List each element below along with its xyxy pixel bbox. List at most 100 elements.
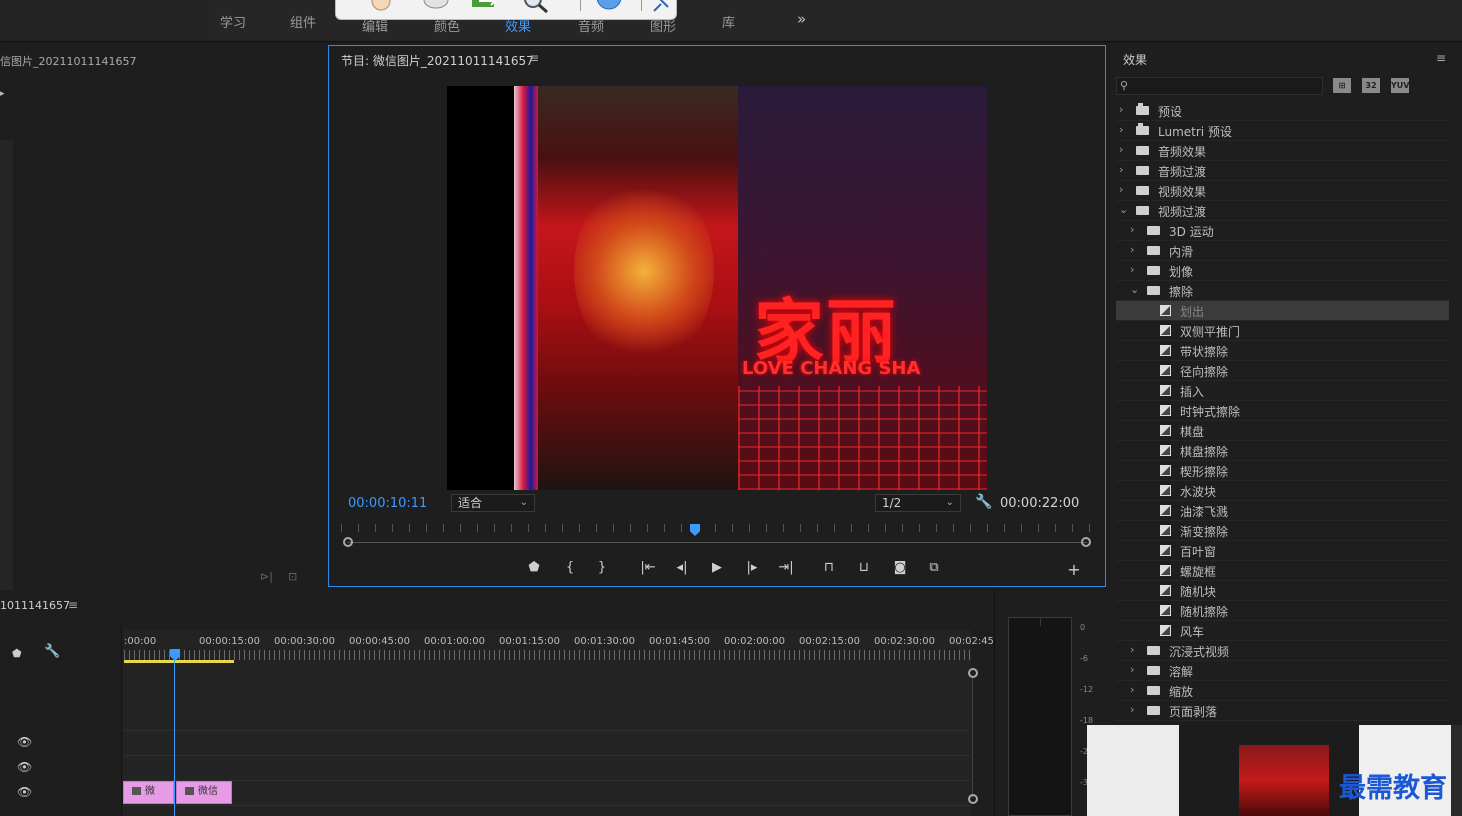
effects-tree-item[interactable]: ⌄ 视频过渡 [1116,201,1449,221]
lift-button[interactable]: ⊓ [818,560,840,575]
chevron-right-icon[interactable]: › [1130,243,1134,256]
effects-tree-item[interactable]: 楔形擦除 [1116,461,1449,481]
chevron-right-icon[interactable]: › [1130,703,1134,716]
effects-tree-item[interactable]: 带状擦除 [1116,341,1449,361]
timeline-clip[interactable]: 微信 [176,781,232,804]
effects-tree-item[interactable]: › 缩放 [1116,681,1449,701]
workspace-tab-assembly[interactable]: 组件 [290,12,316,31]
play-button[interactable]: ▶ [706,560,728,575]
chevron-right-icon[interactable]: › [1130,223,1134,236]
32bit-effects-button[interactable]: 32 [1362,78,1380,93]
step-back-button[interactable]: ◂| [671,560,693,575]
export-frame-icon[interactable]: ⊡ [288,570,297,583]
program-monitor-menu-icon[interactable]: ≡ [529,51,539,65]
timeline-vertical-scrollbar[interactable] [972,678,973,798]
effects-tree-item[interactable]: ⌄ 擦除 [1116,281,1449,301]
chevron-right-icon[interactable]: › [1119,123,1123,136]
hand-icon[interactable] [366,0,396,13]
scrubber-end-handle[interactable] [1081,537,1091,547]
effects-tree-item[interactable]: 径向擦除 [1116,361,1449,381]
effects-tree-item[interactable]: 随机块 [1116,581,1449,601]
wrench-icon[interactable]: 🔧 [975,494,992,510]
work-area-bar[interactable] [124,660,234,663]
resolution-select[interactable]: 1/2 ⌄ [875,494,961,512]
effects-tree-item[interactable]: › 页面剥落 [1116,701,1449,721]
effects-panel-title[interactable]: 效果 [1123,51,1147,68]
wrench-icon[interactable]: 🔧 [44,644,60,659]
program-monitor-title[interactable]: 节目: 微信图片_20211011141657 [341,52,534,69]
eye-icon[interactable]: 👁 [17,760,32,774]
effects-panel-menu-icon[interactable]: ≡ [1436,51,1446,65]
effects-tree-item[interactable]: › 划像 [1116,261,1449,281]
pin-icon[interactable] [646,0,676,13]
effects-tree-item[interactable]: › 音频过渡 [1116,161,1449,181]
chevron-right-icon[interactable]: › [1119,183,1123,196]
panel-arrow-icon[interactable]: ▸ [0,89,5,99]
camera-icon[interactable]: ◙ [889,560,911,575]
timeline-sequence-title[interactable]: 1011141657 [0,599,70,612]
effects-tree-item[interactable]: › Lumetri 预设 [1116,121,1449,141]
chevron-right-icon[interactable]: › [1130,683,1134,696]
chevron-right-icon[interactable]: › [1130,663,1134,676]
workspace-tab-learn[interactable]: 学习 [220,12,246,31]
insert-icon[interactable]: ⊳| [260,570,273,583]
mark-in-button[interactable]: { [559,560,581,575]
effects-tree-item[interactable]: 水波块 [1116,481,1449,501]
effects-tree-item[interactable]: › 视频效果 [1116,181,1449,201]
effects-tree-item[interactable]: › 溶解 [1116,661,1449,681]
effects-tree-item[interactable]: 螺旋框 [1116,561,1449,581]
effects-tree-item[interactable]: 棋盘 [1116,421,1449,441]
effects-tree-item[interactable]: 时钟式擦除 [1116,401,1449,421]
program-playhead[interactable] [690,524,700,536]
eye-icon[interactable]: 👁 [17,785,32,799]
effects-tree-item[interactable]: 双侧平推门 [1116,321,1449,341]
program-scrubber[interactable] [341,524,1091,547]
chevron-right-icon[interactable]: › [1119,143,1123,156]
yuv-effects-button[interactable]: YUV [1391,78,1409,93]
go-to-in-button[interactable]: |⇤ [637,560,659,575]
marker-icon[interactable]: ⬟ [12,647,22,660]
step-forward-button[interactable]: |▸ [741,560,763,575]
mark-out-button[interactable]: } [591,560,613,575]
effects-tree-item[interactable]: 随机擦除 [1116,601,1449,621]
effects-tree-item[interactable]: › 3D 运动 [1116,221,1449,241]
comparison-view-button[interactable]: ⧉ [923,560,945,575]
timeline-scroll-handle-top[interactable] [968,668,978,678]
effects-tree-item[interactable]: 百叶窗 [1116,541,1449,561]
effects-tree-item[interactable]: 渐变擦除 [1116,521,1449,541]
effects-tree-item[interactable]: 棋盘擦除 [1116,441,1449,461]
chevron-right-icon[interactable]: › [1130,263,1134,276]
add-marker-button[interactable]: ⬟ [523,560,545,575]
workspace-tab-libraries[interactable]: 库 [722,12,735,31]
eye-icon[interactable]: 👁 [17,735,32,749]
effects-tree-item[interactable]: 插入 [1116,381,1449,401]
timeline-menu-icon[interactable]: ≡ [68,598,78,612]
go-to-out-button[interactable]: ⇥| [775,560,797,575]
extract-button[interactable]: ⊔ [853,560,875,575]
chevron-right-icon[interactable]: › [1130,643,1134,656]
chevron-down-icon[interactable]: ⌄ [1130,283,1139,296]
effects-tree-item[interactable]: › 沉浸式视频 [1116,641,1449,661]
workspace-overflow-button[interactable]: » [797,10,806,28]
magnifier-icon[interactable] [521,0,551,14]
chevron-down-icon[interactable]: ⌄ [1119,203,1128,216]
scrubber-start-handle[interactable] [343,537,353,547]
effects-tree-item[interactable]: › 预设 [1116,101,1449,121]
add-button-icon[interactable]: + [1063,560,1085,579]
chevron-right-icon[interactable]: › [1119,163,1123,176]
playhead-timecode[interactable]: 00:00:10:11 [348,496,427,511]
effects-tree-item[interactable]: › 音频效果 [1116,141,1449,161]
timeline-clip[interactable]: 微 [123,781,174,804]
effects-tree-item[interactable]: 风车 [1116,621,1449,641]
effects-search-input[interactable]: ⚲ [1116,77,1323,95]
source-panel-title[interactable]: 信图片_20211011141657 [0,53,136,69]
export-icon[interactable] [469,0,499,13]
info-icon[interactable] [594,0,624,13]
effects-tree-item[interactable]: › 内滑 [1116,241,1449,261]
effects-tree-item[interactable]: 划出 [1116,301,1449,321]
effects-tree-item[interactable]: 油漆飞溅 [1116,501,1449,521]
timeline-scroll-handle-bottom[interactable] [968,794,978,804]
zoom-fit-select[interactable]: 适合 ⌄ [451,494,535,512]
accelerated-effects-button[interactable]: ⊞ [1333,78,1351,93]
comment-icon[interactable] [421,0,451,13]
